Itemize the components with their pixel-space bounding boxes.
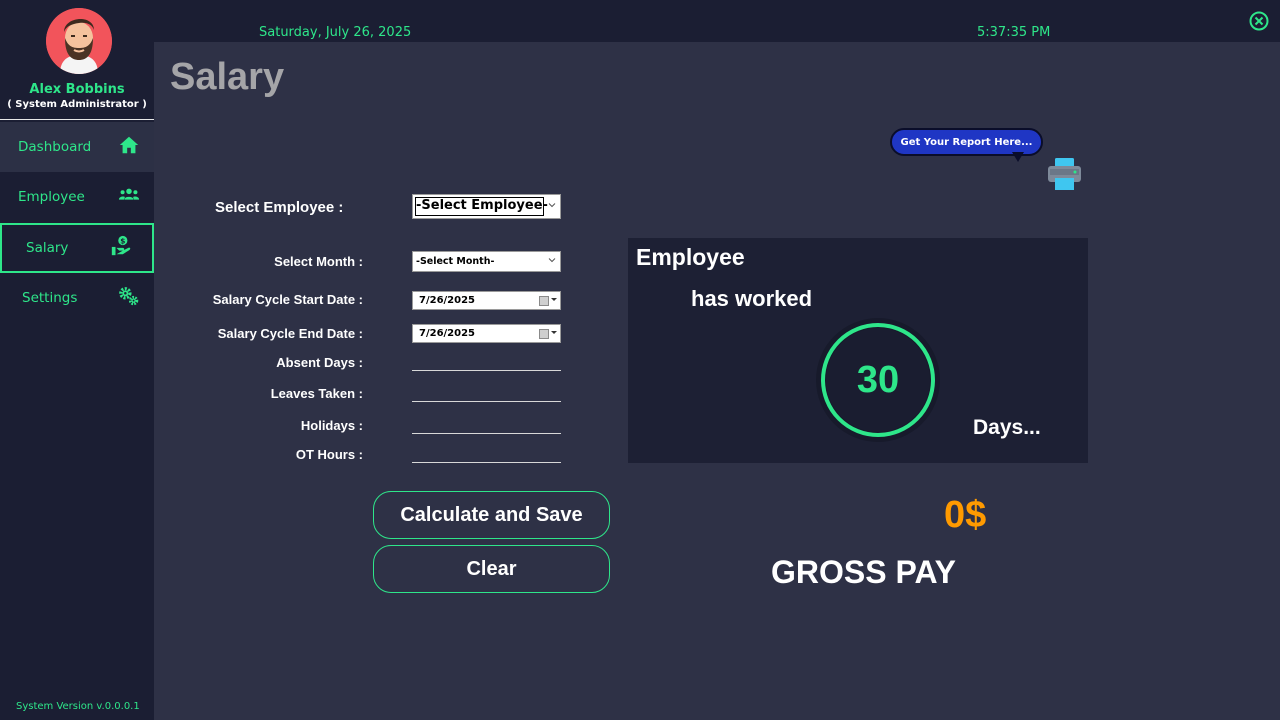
calendar-icon [539,296,549,306]
holidays-input[interactable] [412,416,561,434]
sidebar-divider [0,119,154,120]
leaves-taken-label: Leaves Taken : [270,386,363,401]
users-icon [118,184,140,210]
sidebar-item-label: Salary [26,240,69,256]
sidebar-item-settings[interactable]: Settings [0,273,154,323]
employee-select[interactable]: -Select Employee- [412,194,561,219]
days-label: Days... [973,416,1041,439]
user-role: ( System Administrator ) [7,99,147,110]
svg-text:$: $ [120,236,125,245]
current-time: 5:37:35 PM [977,25,1051,40]
absent-days-input[interactable] [412,353,561,371]
panel-has-worked: has worked [691,286,813,311]
gears-icon [118,285,140,311]
select-employee-label: Select Employee : [215,199,344,216]
sidebar-item-dashboard[interactable]: Dashboard [0,122,154,172]
clear-button[interactable]: Clear [373,545,610,593]
avatar [46,8,112,74]
cycle-start-date-picker[interactable]: 7/26/2025 [412,291,561,310]
chevron-down-icon [548,257,556,262]
sidebar-item-label: Settings [22,290,78,306]
home-icon [118,134,140,160]
sidebar-item-employee[interactable]: Employee [0,172,154,222]
sidebar-item-label: Employee [18,189,85,205]
days-count: 30 [856,358,900,401]
current-date: Saturday, July 26, 2025 [259,25,412,40]
ot-hours-label: OT Hours : [295,447,363,462]
sidebar-item-salary[interactable]: Salary $ [0,223,154,273]
holidays-label: Holidays : [300,418,363,433]
close-icon[interactable] [1249,11,1269,31]
calculate-save-label: Calculate and Save [400,503,583,526]
calculate-save-button[interactable]: Calculate and Save [373,491,610,539]
page-title: Salary [170,56,285,98]
report-bubble-tail [1012,152,1024,162]
clear-label: Clear [466,557,517,580]
sidebar: Alex Bobbins ( System Administrator ) Da… [0,0,154,720]
select-month-label: Select Month : [274,254,363,269]
employee-summary-panel: Employee has worked 30 Days... [628,238,1088,463]
employee-select-value: -Select Employee- [416,198,548,213]
report-label: Get Your Report Here... [900,136,1033,148]
salary-hand-icon: $ [110,235,132,261]
chevron-down-icon [548,202,556,207]
cycle-start-date-value: 7/26/2025 [419,295,476,306]
ot-hours-input[interactable] [412,445,561,463]
chevron-down-icon [551,297,557,301]
leaves-taken-input[interactable] [412,384,561,402]
gross-pay-amount: 0$ [944,494,987,536]
month-select[interactable]: -Select Month- [412,251,561,272]
cycle-end-date-picker[interactable]: 7/26/2025 [412,324,561,343]
panel-employee-name: Employee [636,244,745,270]
gross-pay-label: GROSS PAY [771,554,956,590]
cycle-end-label: Salary Cycle End Date : [217,326,363,341]
sidebar-item-label: Dashboard [18,139,92,155]
calendar-icon [539,329,549,339]
user-name: Alex Bobbins [29,82,125,97]
chevron-down-icon [551,330,557,334]
absent-days-label: Absent Days : [276,355,363,370]
system-version: System Version v.0.0.0.1 [16,701,140,712]
cycle-start-label: Salary Cycle Start Date : [212,292,363,307]
main-content: Salary Get Your Report Here... Select Em… [154,42,1280,720]
cycle-end-date-value: 7/26/2025 [419,328,476,339]
printer-icon[interactable] [1047,158,1082,191]
month-select-value: -Select Month- [416,256,495,267]
